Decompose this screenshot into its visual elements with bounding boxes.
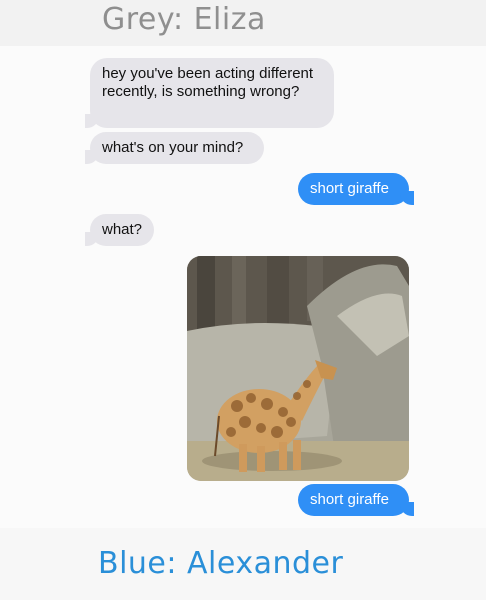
message-text: hey you've been acting different recentl…: [102, 65, 314, 100]
incoming-message[interactable]: hey you've been acting different recentl…: [85, 58, 334, 128]
message-text: short giraffe: [310, 180, 389, 197]
message-text: what?: [102, 221, 143, 238]
message-text: short giraffe: [310, 491, 389, 508]
top-caption-bar: Grey: Eliza: [0, 0, 486, 46]
outgoing-message[interactable]: short giraffe: [298, 173, 414, 205]
bottom-caption-bar: Blue: Alexander: [0, 528, 486, 600]
message-text: what's on your mind?: [102, 139, 244, 156]
outgoing-message[interactable]: short giraffe: [298, 484, 414, 516]
bottom-caption: Blue: Alexander: [98, 546, 344, 581]
giraffe-photo-message[interactable]: [187, 256, 409, 481]
incoming-message[interactable]: what's on your mind?: [85, 132, 264, 164]
incoming-message[interactable]: what?: [85, 214, 154, 246]
top-caption: Grey: Eliza: [102, 2, 266, 37]
short-giraffe-photo-icon: [187, 256, 409, 481]
